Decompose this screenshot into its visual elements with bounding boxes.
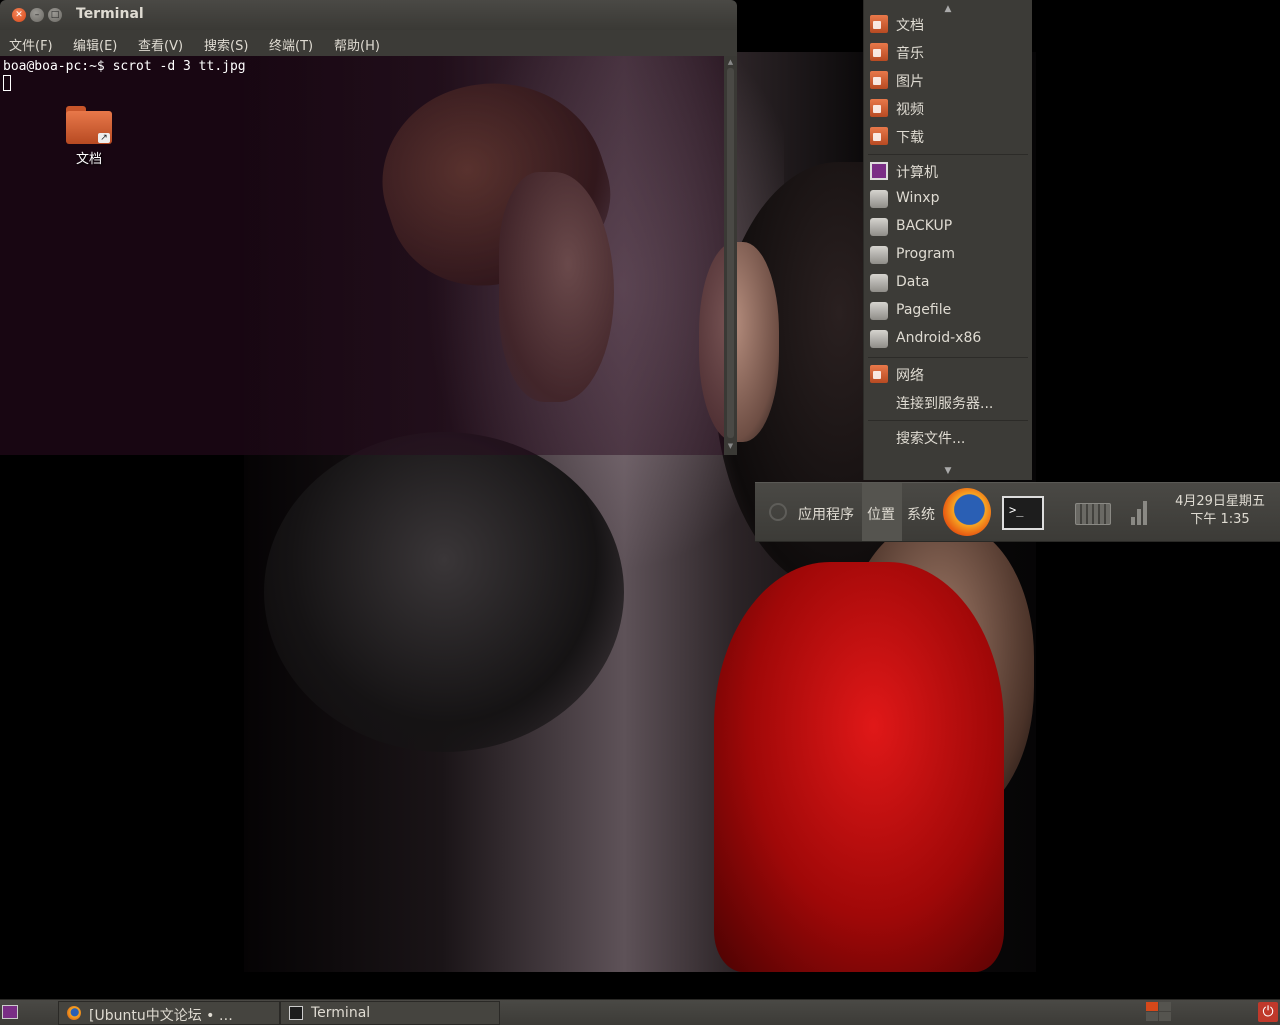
folder-music-icon (870, 43, 888, 61)
panel-menu-system[interactable]: 系统 (907, 504, 935, 524)
panel-clock[interactable]: 4月29日星期五 下午 1:35 (1165, 493, 1275, 529)
places-item-label: 下载 (896, 130, 924, 146)
places-item-label: Pagefile (896, 302, 952, 318)
menu-separator (868, 420, 1028, 421)
ubuntu-logo-icon (769, 503, 787, 521)
taskbar-item-firefox[interactable]: [Ubuntu中文论坛 • … (58, 1001, 280, 1025)
menu-terminal[interactable]: 终端(T) (269, 35, 313, 54)
drive-icon (870, 190, 888, 208)
show-desktop-icon[interactable] (2, 1005, 18, 1019)
scroll-up-icon[interactable]: ▲ (724, 58, 737, 66)
close-button[interactable]: ✕ (12, 8, 26, 22)
terminal-titlebar[interactable]: ✕ – □ Terminal (0, 0, 737, 30)
places-item-label: Data (896, 274, 930, 290)
firefox-icon[interactable] (943, 488, 991, 536)
workspace-switcher[interactable] (1146, 1002, 1172, 1022)
places-item-music[interactable]: 音乐 (864, 38, 1032, 66)
firefox-icon (67, 1006, 81, 1020)
menu-help[interactable]: 帮助(H) (334, 35, 380, 54)
places-item-label: Winxp (896, 190, 940, 206)
places-item-label: Program (896, 246, 956, 262)
places-item-label: Android-x86 (896, 330, 982, 346)
desktop-icon-documents[interactable]: ↗ 文档 (58, 106, 120, 167)
folder-download-icon (870, 127, 888, 145)
menu-separator (868, 154, 1028, 155)
taskbar-item-terminal[interactable]: Terminal (280, 1001, 500, 1025)
places-item-data[interactable]: Data (864, 269, 1032, 297)
clock-time: 下午 1:35 (1190, 512, 1250, 527)
menu-separator (868, 357, 1028, 358)
places-item-label: 计算机 (896, 165, 938, 181)
places-item-network[interactable]: 网络 (864, 360, 1032, 388)
menu-file[interactable]: 文件(F) (9, 35, 53, 54)
volume-icon[interactable] (1131, 501, 1149, 525)
command-line: boa@boa-pc:~$ scrot -d 3 tt.jpg (3, 59, 246, 74)
terminal-scrollbar[interactable]: ▲ ▼ (724, 56, 737, 455)
places-item-search-files[interactable]: 搜索文件... (864, 423, 1032, 451)
places-item-computer[interactable]: 计算机 (864, 157, 1032, 185)
bottom-taskbar: [Ubuntu中文论坛 • … Terminal ⏻ (0, 999, 1280, 1025)
network-folder-icon (870, 365, 888, 383)
scroll-down-icon[interactable]: ▼ (724, 442, 737, 450)
places-item-label: 文档 (896, 18, 924, 34)
terminal-icon[interactable]: >_ (1002, 496, 1044, 530)
places-item-label: 音乐 (896, 46, 924, 62)
places-item-winxp[interactable]: Winxp (864, 185, 1032, 213)
power-icon[interactable]: ⏻ (1258, 1002, 1278, 1022)
computer-icon (870, 162, 888, 180)
clock-date: 4月29日星期五 (1175, 494, 1265, 509)
places-item-connect-server[interactable]: 连接到服务器... (864, 388, 1032, 416)
places-item-videos[interactable]: 视频 (864, 94, 1032, 122)
places-item-documents[interactable]: 文档 (864, 10, 1032, 38)
panel-menu-places[interactable]: 位置 (867, 504, 895, 524)
places-item-program[interactable]: Program (864, 241, 1032, 269)
drive-icon (870, 246, 888, 264)
gnome-panel: 应用程序 位置 系统 >_ 4月29日星期五 下午 1:35 (755, 482, 1280, 542)
menu-search[interactable]: 搜索(S) (204, 35, 248, 54)
taskbar-item-label: Terminal (311, 1005, 371, 1021)
scrollbar-trough[interactable] (727, 68, 734, 438)
places-item-label: 连接到服务器... (896, 396, 994, 412)
keyboard-icon[interactable] (1075, 503, 1111, 525)
terminal-menubar: 文件(F) 编辑(E) 查看(V) 搜索(S) 终端(T) 帮助(H) (0, 30, 737, 56)
drive-icon (870, 330, 888, 348)
maximize-button[interactable]: □ (48, 8, 62, 22)
panel-menu-applications[interactable]: 应用程序 (798, 504, 854, 524)
drive-icon (870, 274, 888, 292)
places-item-pagefile[interactable]: Pagefile (864, 297, 1032, 325)
text-cursor (3, 75, 11, 91)
taskbar-item-label: [Ubuntu中文论坛 • … (89, 1008, 233, 1024)
minimize-button[interactable]: – (30, 8, 44, 22)
folder-documents-icon (870, 15, 888, 33)
menu-view[interactable]: 查看(V) (138, 35, 183, 54)
places-item-android[interactable]: Android-x86 (864, 325, 1032, 353)
folder-videos-icon (870, 99, 888, 117)
places-item-label: 网络 (896, 368, 924, 384)
places-item-label: 搜索文件... (896, 431, 966, 447)
terminal-window[interactable]: ✕ – □ Terminal 文件(F) 编辑(E) 查看(V) 搜索(S) 终… (0, 0, 737, 455)
places-item-label: 视频 (896, 102, 924, 118)
places-menu: ▲ 文档 音乐 图片 视频 下载 计算机 Winxp BACKUP Progra… (863, 0, 1032, 480)
places-item-pictures[interactable]: 图片 (864, 66, 1032, 94)
menu-scroll-down-icon[interactable]: ▼ (864, 464, 1032, 478)
places-item-downloads[interactable]: 下载 (864, 122, 1032, 150)
places-item-backup[interactable]: BACKUP (864, 213, 1032, 241)
drive-icon (870, 218, 888, 236)
drive-icon (870, 302, 888, 320)
places-item-label: BACKUP (896, 218, 953, 234)
places-item-label: 图片 (896, 74, 924, 90)
folder-pictures-icon (870, 71, 888, 89)
menu-edit[interactable]: 编辑(E) (73, 35, 117, 54)
window-title: Terminal (76, 6, 144, 22)
folder-link-icon: ↗ (66, 106, 112, 144)
terminal-icon (289, 1006, 303, 1020)
desktop-icon-label: 文档 (75, 152, 102, 167)
